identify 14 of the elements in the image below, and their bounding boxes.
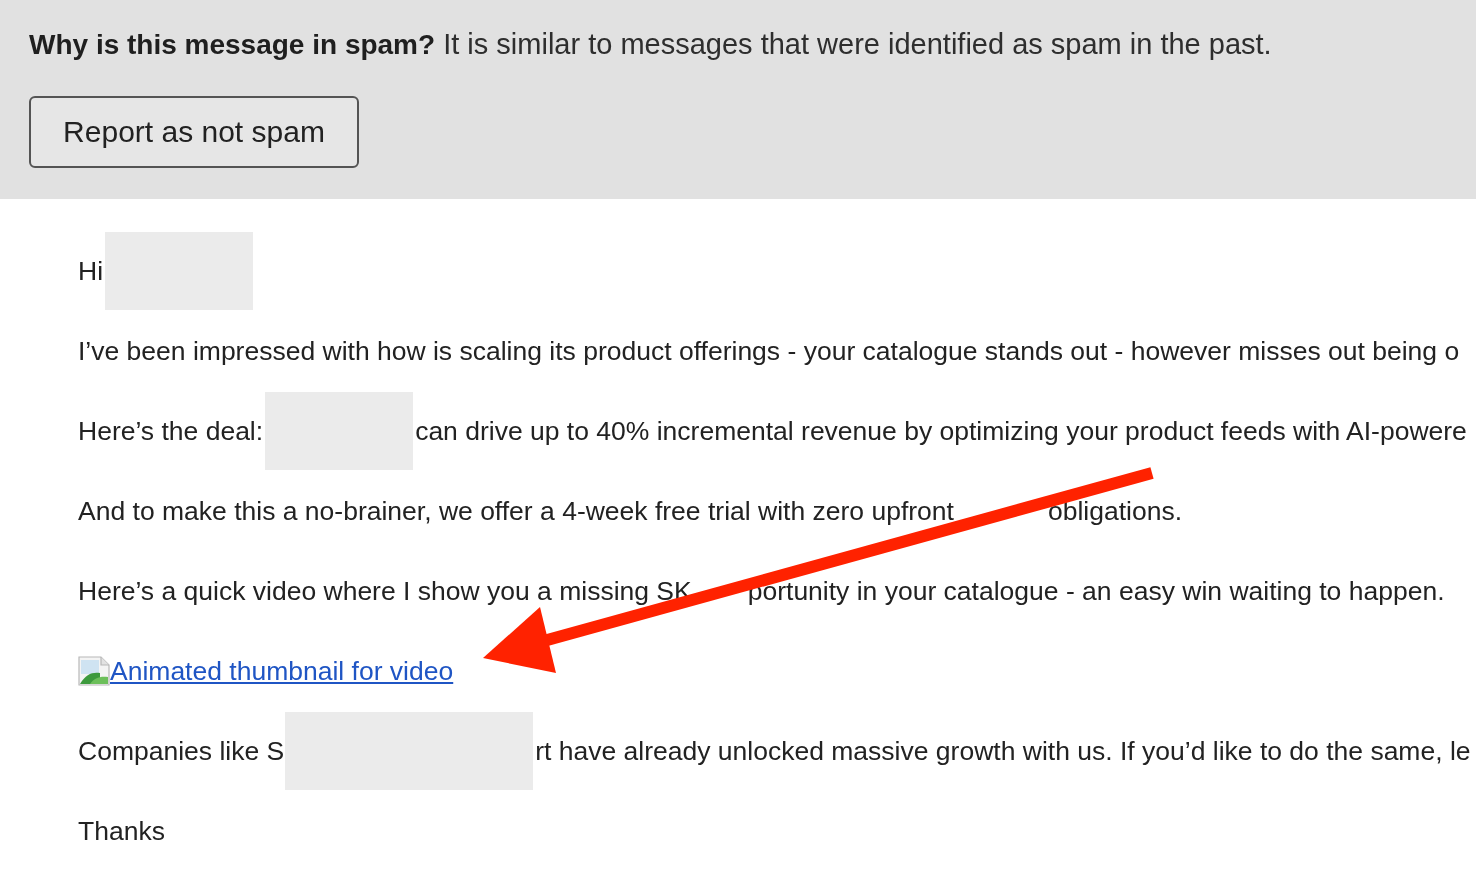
message-text: Here’s the deal: bbox=[78, 416, 264, 446]
message-text: I’ve been impressed with how is scaling its product offerings - your catalogue stands out - however misses out being o bbox=[78, 336, 1460, 366]
message-text: can drive up to 40% incremental revenue by optimizing your product feeds with AI-powere bbox=[415, 416, 1467, 446]
video-thumbnail-link[interactable]: Animated thumbnail for video bbox=[78, 656, 454, 686]
message-text: portunity in your catalogue - an easy win waiting to happen. bbox=[747, 576, 1445, 606]
message-text: And to make this a no-brainer, we offer a 4-week free trial with zero upfront bbox=[78, 496, 954, 526]
spam-explanation: Why is this message in spam? It is similar to messages that were identified as spam in the past. bbox=[29, 27, 1273, 62]
message-text: Thanks bbox=[78, 816, 165, 846]
broken-image-icon bbox=[78, 656, 110, 686]
message-text: Hi bbox=[78, 256, 104, 286]
report-not-spam-button[interactable]: Report as not spam bbox=[29, 96, 359, 168]
message-text: Companies like S bbox=[78, 736, 285, 766]
message-text: rt have already unlocked massive growth with us. If you’d like to do the same, le bbox=[535, 736, 1471, 766]
message-text: obligations. bbox=[1047, 496, 1182, 526]
